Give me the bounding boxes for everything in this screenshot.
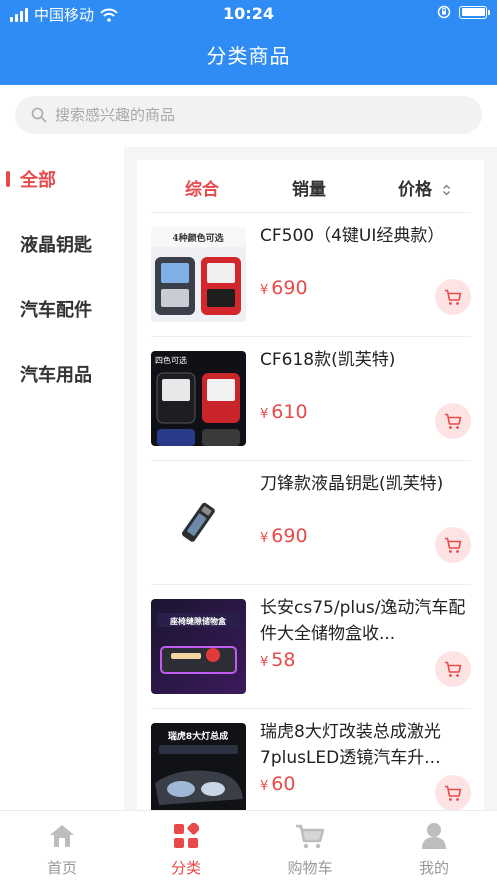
- product-price: ¥58: [260, 649, 296, 671]
- cart-icon: [445, 785, 462, 801]
- product-image: 4种颜色可选: [151, 227, 246, 322]
- sidebar-item-label: 液晶钥匙: [20, 235, 92, 256]
- sidebar-item-car-parts[interactable]: 汽车配件: [0, 289, 124, 329]
- product-image: [151, 475, 246, 570]
- product-image-text: 四色可选: [155, 355, 187, 365]
- product-price: ¥690: [260, 525, 308, 547]
- tab-cart[interactable]: 购物车: [248, 821, 372, 878]
- sort-bar: 综合 销量 价格: [137, 160, 484, 212]
- tab-profile[interactable]: 我的: [372, 821, 496, 878]
- product-item[interactable]: 4种颜色可选 CF500（4键UI经典款） ¥690: [151, 212, 471, 336]
- tab-label: 首页: [46, 859, 77, 877]
- product-item[interactable]: 瑞虎8大灯总成 瑞虎8大灯改装总成激光7plusLED透镜汽车升... ¥60: [151, 708, 471, 810]
- sidebar-item-all[interactable]: 全部: [0, 159, 124, 199]
- product-price: ¥690: [260, 277, 308, 299]
- category-sidebar: 全部 液晶钥匙 汽车配件 汽车用品: [0, 147, 124, 810]
- sidebar-item-lcd-key[interactable]: 液晶钥匙: [0, 224, 124, 264]
- tab-label: 我的: [418, 859, 449, 877]
- search-box[interactable]: [15, 96, 482, 134]
- tab-label: 分类: [170, 859, 201, 877]
- sidebar-item-label: 汽车用品: [20, 365, 92, 386]
- product-price: ¥610: [260, 401, 308, 423]
- cart-icon: [445, 413, 462, 429]
- add-to-cart-button[interactable]: [435, 279, 471, 315]
- search-area: [0, 85, 497, 147]
- search-input[interactable]: [55, 106, 435, 124]
- cart-icon: [445, 661, 462, 677]
- product-image: 瑞虎8大灯总成: [151, 723, 246, 810]
- add-to-cart-button[interactable]: [435, 775, 471, 810]
- product-name: CF500（4键UI经典款）: [260, 226, 445, 246]
- active-indicator: [6, 171, 10, 187]
- product-image: 四色可选: [151, 351, 246, 446]
- sort-default[interactable]: 综合: [185, 175, 219, 200]
- page-title: 分类商品: [206, 44, 291, 68]
- top-bar: 中国移动 10:24 分类商品: [0, 0, 497, 85]
- product-item[interactable]: 刀锋款液晶钥匙(凯芙特) ¥690: [151, 460, 471, 584]
- product-image: 座椅缝隙储物盒: [151, 599, 246, 694]
- product-image-text: 座椅缝隙储物盒: [169, 616, 227, 626]
- tab-home[interactable]: 首页: [0, 821, 124, 878]
- cart-icon: [445, 537, 462, 553]
- product-name: 刀锋款液晶钥匙(凯芙特): [260, 474, 444, 494]
- product-image-text: 瑞虎8大灯总成: [168, 730, 228, 742]
- sidebar-item-car-supplies[interactable]: 汽车用品: [0, 354, 124, 394]
- user-icon: [422, 823, 446, 849]
- search-icon: [31, 107, 47, 123]
- clock: 10:24: [223, 4, 274, 23]
- product-panel: 综合 销量 价格 4种颜色可选 CF500（4键UI经典款） ¥ 690 四色可…: [137, 160, 484, 810]
- rotation-lock-icon: [437, 5, 451, 19]
- product-image-text: 4种颜色可选: [172, 232, 223, 244]
- sidebar-item-label: 汽车配件: [20, 300, 92, 321]
- cart-icon: [445, 289, 462, 305]
- sort-arrows-icon: [442, 184, 450, 196]
- add-to-cart-button[interactable]: [435, 403, 471, 439]
- home-icon: [50, 825, 74, 847]
- product-item[interactable]: 座椅缝隙储物盒 长安cs75/plus/逸动汽车配件大全储物盒收... ¥58: [151, 584, 471, 708]
- tab-category[interactable]: 分类: [124, 821, 248, 878]
- sort-price[interactable]: 价格: [398, 175, 451, 200]
- cart-icon: [296, 824, 325, 849]
- sort-price-label: 价格: [398, 180, 432, 200]
- product-price: ¥60: [260, 773, 296, 795]
- add-to-cart-button[interactable]: [435, 527, 471, 563]
- product-name: 瑞虎8大灯改装总成激光7plusLED透镜汽车升...: [260, 722, 441, 768]
- bottom-tab-bar: 首页 分类 购物车 我的: [0, 810, 497, 883]
- sort-sales[interactable]: 销量: [292, 175, 326, 200]
- tab-label: 购物车: [287, 859, 333, 877]
- product-name: 长安cs75/plus/逸动汽车配件大全储物盒收...: [260, 598, 466, 644]
- battery-icon: [459, 5, 490, 19]
- category-icon: [174, 823, 199, 848]
- add-to-cart-button[interactable]: [435, 651, 471, 687]
- status-bar: 中国移动 10:24: [0, 0, 497, 28]
- sidebar-item-label: 全部: [20, 170, 56, 191]
- product-item[interactable]: 四色可选 CF618款(凯芙特) ¥610: [151, 336, 471, 460]
- product-name: CF618款(凯芙特): [260, 350, 396, 370]
